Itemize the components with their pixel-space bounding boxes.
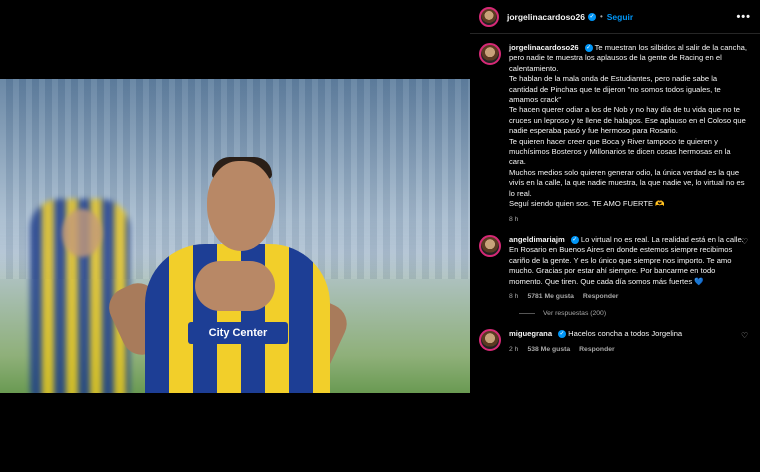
media-pane: City Center xyxy=(0,0,470,472)
more-options-icon[interactable]: ••• xyxy=(736,11,751,23)
reply-button[interactable]: Responder xyxy=(583,292,619,302)
post-photo[interactable]: City Center xyxy=(0,79,470,393)
comment-likes[interactable]: 538 Me gusta xyxy=(527,345,570,355)
caption-line: Te quieren hacer creer que Boca y River … xyxy=(509,136,731,167)
comment-body: miguegrana ✓ Hacelos concha a todos Jorge… xyxy=(509,329,747,355)
caption-line-final: Seguí siendo quien sos. TE AMO FUERTE 🫶 xyxy=(509,199,747,209)
background-player-head xyxy=(62,209,102,257)
heart-outline-icon[interactable]: ♡ xyxy=(741,237,749,246)
comment-item: angeldimariajm ✓ Lo virtual no es real. L… xyxy=(479,234,751,302)
caption-line: Te hablan de la mala onda de Estudiantes… xyxy=(509,74,721,105)
caption-username[interactable]: jorgelinacardoso26 xyxy=(509,43,579,52)
view-replies-label: Ver respuestas (200) xyxy=(543,310,607,318)
author-avatar[interactable] xyxy=(479,6,499,27)
comment-meta: 2 h 538 Me gusta Responder xyxy=(509,345,747,355)
comment-time[interactable]: 8 h xyxy=(509,292,518,302)
caption-line: Muchos medios solo quieren generar odio,… xyxy=(509,167,745,198)
caption-meta: 8 h xyxy=(509,215,747,225)
comment-item: miguegrana ✓ Hacelos concha a todos Jorge… xyxy=(479,329,751,355)
caption-body: jorgelinacardoso26 ✓ Te muestran los silb… xyxy=(509,43,747,225)
comment-time[interactable]: 2 h xyxy=(509,345,518,355)
verified-badge-icon: ✓ xyxy=(570,235,579,244)
caption-time[interactable]: 8 h xyxy=(509,215,518,225)
heart-outline-icon[interactable]: ♡ xyxy=(741,332,749,340)
comment-likes[interactable]: 5781 Me gusta xyxy=(527,292,573,302)
heart-hands-emoji: 🫶 xyxy=(655,199,665,209)
verified-badge-icon: ✓ xyxy=(587,12,596,21)
verified-badge-icon: ✓ xyxy=(558,330,567,339)
comment-text: Hacelos concha a todos Jorgelina xyxy=(568,329,683,339)
comment-body: angeldimariajm ✓ Lo virtual no es real. L… xyxy=(509,235,747,302)
jersey-sponsor: City Center xyxy=(188,322,288,344)
comment-meta: 8 h 5781 Me gusta Responder xyxy=(509,292,747,302)
post-header: jorgelinacardoso26 ✓ • Seguir ••• xyxy=(470,0,760,34)
replies-divider xyxy=(519,313,535,315)
author-username[interactable]: jorgelinacardoso26 xyxy=(507,12,585,22)
view-replies-button[interactable]: Ver respuestas (200) xyxy=(519,310,751,317)
verified-badge-icon: ✓ xyxy=(584,44,593,52)
caption-line: Seguí siendo quien sos. TE AMO FUERTE xyxy=(509,199,654,209)
header-separator: • xyxy=(599,12,603,21)
caption-line: Te hacen querer odiar a los de Nob y no … xyxy=(509,105,746,136)
caption: jorgelinacardoso26 ✓ Te muestran los silb… xyxy=(479,43,751,225)
reply-button[interactable]: Responder xyxy=(579,345,615,355)
comment-username[interactable]: miguegrana xyxy=(509,329,552,338)
caption-avatar[interactable] xyxy=(479,43,501,65)
follow-button[interactable]: Seguir xyxy=(607,12,633,22)
heart-hands xyxy=(195,261,275,311)
commenter-avatar[interactable] xyxy=(479,329,501,352)
commenter-avatar[interactable] xyxy=(479,234,501,257)
post-side-panel: jorgelinacardoso26 ✓ • Seguir ••• jorgel… xyxy=(470,0,760,472)
comments-list: jorgelinacardoso26 ✓ Te muestran los silb… xyxy=(470,34,760,355)
blue-heart-emoji: 💙 xyxy=(694,276,704,286)
player-head xyxy=(207,161,275,251)
comment-username[interactable]: angeldimariajm xyxy=(509,235,565,244)
